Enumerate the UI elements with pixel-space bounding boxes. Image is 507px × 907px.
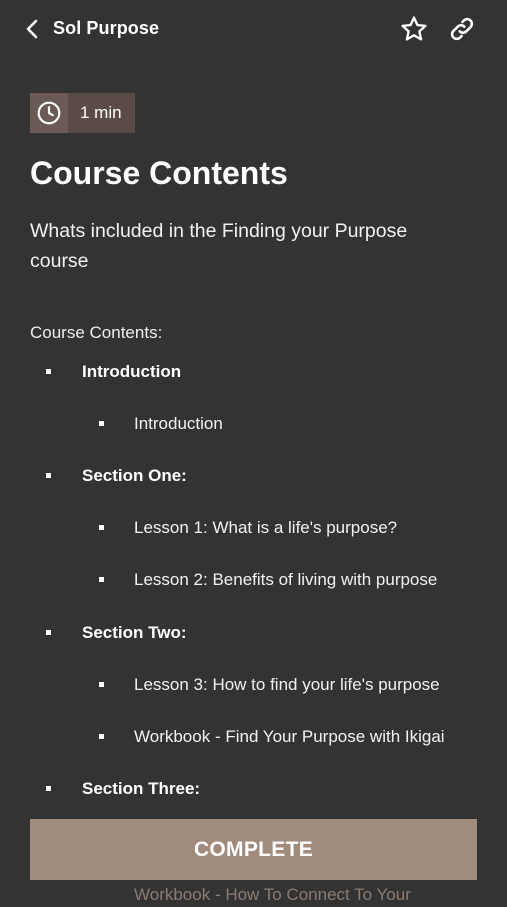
top-app-bar: Sol Purpose — [0, 0, 507, 58]
link-icon — [450, 17, 474, 41]
complete-button[interactable]: COMPLETE — [30, 819, 477, 880]
chevron-left-icon — [26, 19, 38, 39]
bullet — [46, 473, 51, 478]
bullet — [99, 421, 104, 426]
star-icon — [401, 16, 427, 41]
contents-label: Course Contents: — [30, 323, 163, 342]
outline-lesson-1: Lesson 1: What is a life's purpose? — [134, 518, 398, 537]
outline-workbook-2: Workbook - How To Connect To Your — [134, 885, 411, 904]
page-title: Course Contents — [30, 155, 288, 191]
outline-workbook-1: Workbook - Find Your Purpose with Ikigai — [134, 727, 445, 746]
duration-label: 1 min — [80, 103, 122, 122]
outline-section-introduction: Introduction — [82, 362, 182, 381]
duration-icon-box — [30, 93, 68, 133]
outline-section-two: Section Two: — [82, 623, 187, 642]
bullet — [46, 786, 51, 791]
clock-icon — [37, 101, 61, 125]
outline-lesson-introduction: Introduction — [134, 414, 223, 433]
outline-lesson-3: Lesson 3: How to find your life's purpos… — [134, 675, 440, 694]
bullet — [99, 577, 104, 582]
outline-section-one: Section One: — [82, 466, 187, 485]
favorite-button[interactable] — [399, 14, 429, 44]
bullet — [99, 525, 104, 530]
duration-badge: 1 min — [30, 93, 135, 133]
bullet — [99, 682, 104, 687]
share-link-button[interactable] — [447, 14, 477, 44]
back-button[interactable] — [20, 16, 44, 42]
app-title: Sol Purpose — [53, 18, 160, 38]
bullet — [99, 734, 104, 739]
bullet — [46, 630, 51, 635]
outline-lesson-2: Lesson 2: Benefits of living with purpos… — [134, 570, 438, 589]
page-subtitle: Whats included in the Finding your Purpo… — [30, 220, 408, 272]
bullet — [46, 369, 51, 374]
outline-section-three: Section Three: — [82, 779, 201, 798]
